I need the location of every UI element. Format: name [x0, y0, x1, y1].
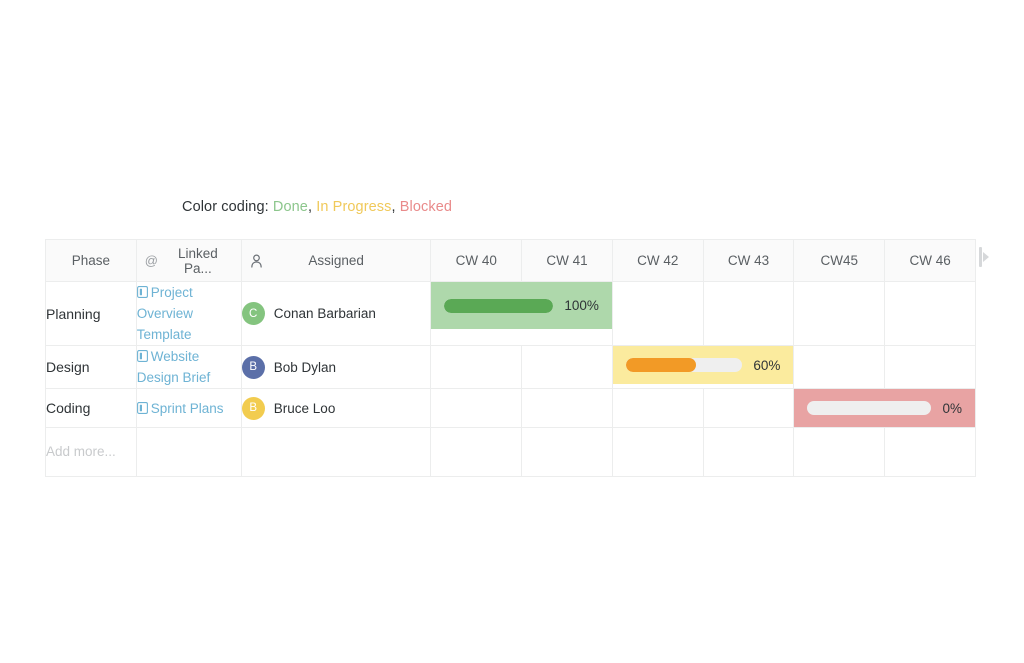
cell-phase[interactable]: Design — [46, 346, 137, 389]
chevron-right-icon — [983, 252, 989, 262]
avatar: B — [242, 397, 265, 420]
gantt-table-container: Phase @ Linked Pa... Assigne — [45, 239, 976, 477]
cell-empty-linked[interactable] — [136, 428, 241, 477]
progress-percent: 0% — [942, 401, 962, 416]
column-header-phase[interactable]: Phase — [46, 240, 137, 282]
column-header-cw43[interactable]: CW 43 — [703, 240, 794, 282]
cell-empty-cw41[interactable] — [522, 346, 613, 389]
cell-empty-cw42[interactable] — [612, 282, 703, 346]
cell-empty-cw40[interactable] — [431, 428, 522, 477]
progress-track — [444, 299, 553, 313]
column-header-phase-label: Phase — [72, 253, 110, 268]
cell-empty-cw42[interactable] — [612, 389, 703, 428]
color-coding-legend: Color coding: Done, In Progress, Blocked — [182, 199, 452, 215]
progress-percent: 100% — [564, 298, 599, 313]
table-row[interactable]: Design Website Design Brief B Bob Dylan — [46, 346, 976, 389]
column-header-cw41[interactable]: CW 41 — [522, 240, 613, 282]
column-header-cw41-label: CW 41 — [546, 253, 587, 268]
cell-empty-cw46[interactable] — [885, 428, 976, 477]
column-header-cw46-label: CW 46 — [909, 253, 950, 268]
assignee-name: Conan Barbarian — [274, 306, 376, 321]
cell-empty-cw42[interactable] — [612, 428, 703, 477]
cell-linked-page[interactable]: Website Design Brief — [136, 346, 241, 389]
at-symbol-icon: @ — [145, 253, 158, 268]
legend-separator-2: , — [392, 199, 396, 215]
column-header-cw42-label: CW 42 — [637, 253, 678, 268]
add-row[interactable]: Add more... — [46, 428, 976, 477]
cell-assigned[interactable]: C Conan Barbarian — [241, 282, 431, 346]
cell-empty-cw43[interactable] — [703, 389, 794, 428]
gantt-table: Phase @ Linked Pa... Assigne — [45, 239, 976, 477]
legend-blocked: Blocked — [400, 199, 452, 215]
column-header-cw43-label: CW 43 — [728, 253, 769, 268]
handle-bar-icon — [979, 247, 982, 267]
document-icon — [137, 350, 148, 362]
cell-empty-assigned[interactable] — [241, 428, 431, 477]
progress-track — [626, 358, 742, 372]
cell-empty-cw43[interactable] — [703, 428, 794, 477]
gantt-block-done[interactable]: 100% — [431, 282, 612, 329]
assignee-name: Bruce Loo — [274, 401, 336, 416]
gantt-block-in-progress[interactable]: 60% — [613, 346, 794, 384]
table-expand-handle[interactable] — [979, 246, 993, 268]
legend-separator-1: , — [308, 199, 312, 215]
progress-fill — [444, 299, 553, 313]
cell-gantt-bar-done[interactable]: 100% — [431, 282, 613, 346]
column-header-assigned-label: Assigned — [242, 253, 431, 268]
column-header-assigned[interactable]: Assigned — [241, 240, 431, 282]
column-header-cw45[interactable]: CW45 — [794, 240, 885, 282]
table-header: Phase @ Linked Pa... Assigne — [46, 240, 976, 282]
progress-percent: 60% — [753, 358, 780, 373]
gantt-block-blocked[interactable]: 0% — [794, 389, 975, 427]
avatar: B — [242, 356, 265, 379]
column-header-cw42[interactable]: CW 42 — [612, 240, 703, 282]
cell-empty-cw41[interactable] — [522, 389, 613, 428]
cell-empty-cw46[interactable] — [885, 282, 976, 346]
legend-in-progress: In Progress — [316, 199, 391, 215]
cell-gantt-bar-blocked[interactable]: 0% — [794, 389, 976, 428]
progress-track — [807, 401, 931, 415]
cell-empty-cw43[interactable] — [703, 282, 794, 346]
cell-linked-page[interactable]: Project Overview Template — [136, 282, 241, 346]
column-header-cw45-label: CW45 — [821, 253, 859, 268]
document-icon — [137, 402, 148, 414]
table-row[interactable]: Coding Sprint Plans B Bruce Loo — [46, 389, 976, 428]
cell-empty-cw41[interactable] — [522, 428, 613, 477]
avatar: C — [242, 302, 265, 325]
legend-label: Color coding: — [182, 199, 269, 215]
document-icon — [137, 286, 148, 298]
cell-empty-cw40[interactable] — [431, 389, 522, 428]
legend-done: Done — [273, 199, 308, 215]
column-header-cw40[interactable]: CW 40 — [431, 240, 522, 282]
column-header-linked-pages[interactable]: @ Linked Pa... — [136, 240, 241, 282]
linked-page-link[interactable]: Website Design Brief — [137, 349, 211, 385]
column-header-cw46[interactable]: CW 46 — [885, 240, 976, 282]
header-row: Phase @ Linked Pa... Assigne — [46, 240, 976, 282]
cell-linked-page[interactable]: Sprint Plans — [136, 389, 241, 428]
table-body: Planning Project Overview Template C Con… — [46, 282, 976, 477]
progress-fill — [626, 358, 696, 372]
add-more-button[interactable]: Add more... — [46, 428, 137, 477]
cell-assigned[interactable]: B Bruce Loo — [241, 389, 431, 428]
linked-page-link[interactable]: Sprint Plans — [151, 401, 224, 416]
cell-phase[interactable]: Coding — [46, 389, 137, 428]
assignee-name: Bob Dylan — [274, 360, 336, 375]
cell-empty-cw45[interactable] — [794, 428, 885, 477]
cell-empty-cw46[interactable] — [885, 346, 976, 389]
cell-phase[interactable]: Planning — [46, 282, 137, 346]
cell-assigned[interactable]: B Bob Dylan — [241, 346, 431, 389]
column-header-linked-label: Linked Pa... — [163, 246, 233, 276]
cell-empty-cw45[interactable] — [794, 346, 885, 389]
cell-gantt-bar-in-progress[interactable]: 60% — [612, 346, 794, 389]
cell-empty-cw45[interactable] — [794, 282, 885, 346]
table-row[interactable]: Planning Project Overview Template C Con… — [46, 282, 976, 346]
column-header-cw40-label: CW 40 — [456, 253, 497, 268]
cell-empty-cw40[interactable] — [431, 346, 522, 389]
